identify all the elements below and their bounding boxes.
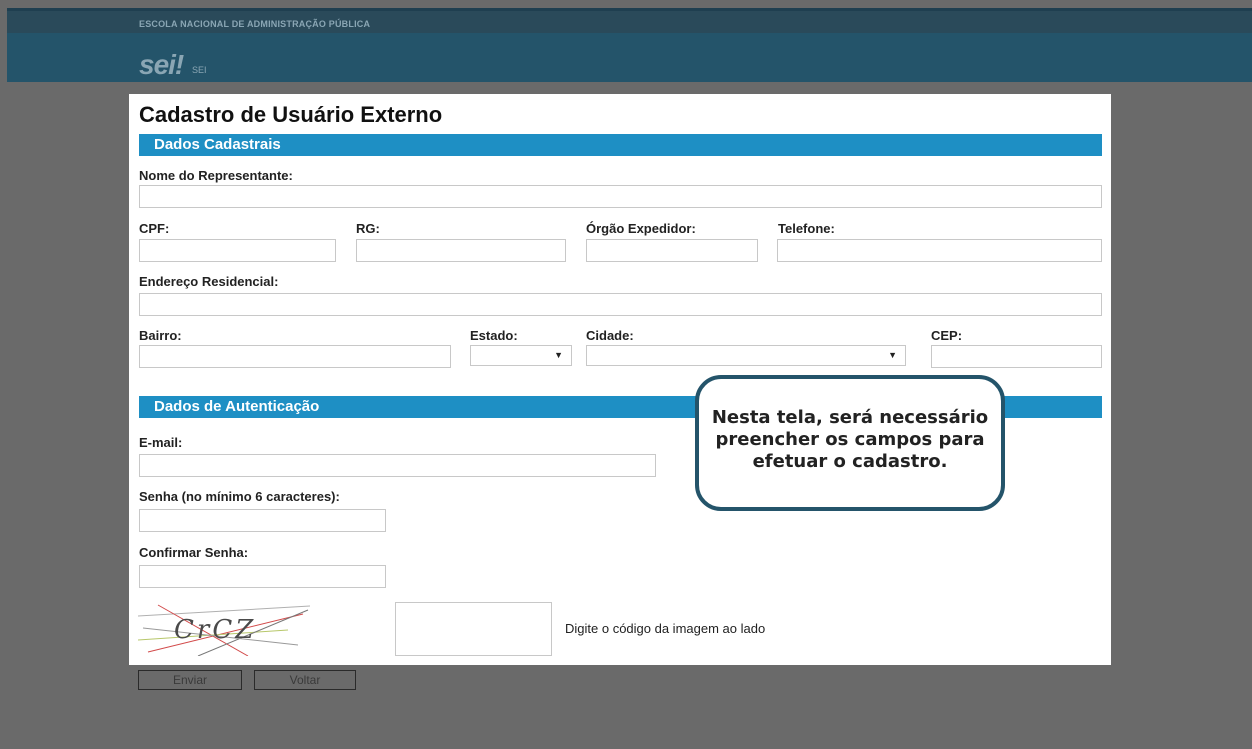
captcha-image: CrCZ xyxy=(138,604,310,656)
senha-label: Senha (no mínimo 6 caracteres): xyxy=(139,489,340,504)
section-dados-cadastrais: Dados Cadastrais xyxy=(139,134,1102,156)
sei-logo: sei! xyxy=(139,49,184,80)
bairro-input[interactable] xyxy=(139,345,451,368)
callout-line-1: Nesta tela, será necessário xyxy=(711,407,989,428)
nome-input[interactable] xyxy=(139,185,1102,208)
rg-label: RG: xyxy=(356,221,380,236)
endereco-label: Endereço Residencial: xyxy=(139,274,279,289)
orgao-input[interactable] xyxy=(586,239,758,262)
cidade-select[interactable]: ▼ xyxy=(586,345,906,366)
confirmar-senha-input[interactable] xyxy=(139,565,386,588)
email-label: E-mail: xyxy=(139,435,183,450)
page-title: Cadastro de Usuário Externo xyxy=(139,102,443,127)
captcha-input[interactable] xyxy=(395,602,552,656)
telefone-input[interactable] xyxy=(777,239,1102,262)
senha-input[interactable] xyxy=(139,509,386,532)
enviar-button[interactable]: Enviar xyxy=(138,670,242,690)
estado-select[interactable]: ▼ xyxy=(470,345,572,366)
callout-line-2: preencher os campos para xyxy=(715,429,985,450)
cpf-input[interactable] xyxy=(139,239,336,262)
confirmar-senha-label: Confirmar Senha: xyxy=(139,545,249,560)
captcha-code: CrCZ xyxy=(174,615,256,645)
cep-label: CEP: xyxy=(931,328,963,343)
estado-label: Estado: xyxy=(470,328,518,343)
org-name: ESCOLA NACIONAL DE ADMINISTRAÇÃO PÚBLICA xyxy=(139,19,371,29)
endereco-input[interactable] xyxy=(139,293,1102,316)
cpf-label: CPF: xyxy=(139,221,170,236)
callout-line-3: efetuar o cadastro. xyxy=(752,451,948,472)
chevron-down-icon: ▼ xyxy=(554,350,563,360)
instruction-callout: Nesta tela, será necessário preencher os… xyxy=(695,375,1005,511)
email-input[interactable] xyxy=(139,454,656,477)
chevron-down-icon: ▼ xyxy=(888,350,897,360)
logo-subtitle: SEI xyxy=(192,65,207,75)
rg-input[interactable] xyxy=(356,239,566,262)
cidade-label: Cidade: xyxy=(586,328,634,343)
voltar-button[interactable]: Voltar xyxy=(254,670,356,690)
orgao-label: Órgão Expedidor: xyxy=(586,221,696,236)
bairro-label: Bairro: xyxy=(139,328,182,343)
telefone-label: Telefone: xyxy=(778,221,835,236)
cep-input[interactable] xyxy=(931,345,1102,368)
captcha-hint: Digite o código da imagem ao lado xyxy=(565,621,766,636)
nome-label: Nome do Representante: xyxy=(139,168,293,183)
app-header: ESCOLA NACIONAL DE ADMINISTRAÇÃO PÚBLICA… xyxy=(7,8,1252,82)
